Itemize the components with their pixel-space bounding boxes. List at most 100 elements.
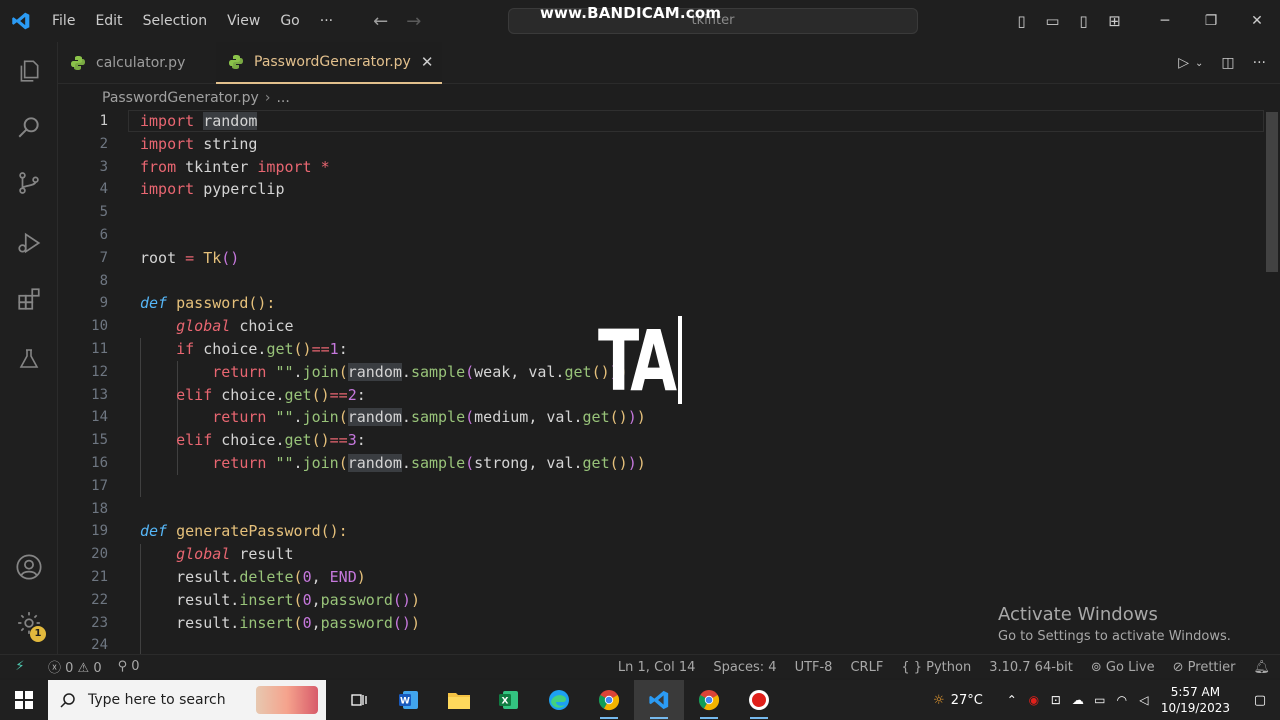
tab-password-generator[interactable]: PasswordGenerator.py ✕ bbox=[216, 42, 442, 84]
code-line: 18 bbox=[91, 500, 108, 517]
minimize-icon[interactable]: ─ bbox=[1142, 13, 1188, 29]
close-window-icon[interactable]: ✕ bbox=[1234, 13, 1280, 29]
code-line: 19 def generatePassword(): bbox=[91, 522, 348, 541]
back-arrow-icon[interactable]: ← bbox=[373, 11, 388, 32]
record-tray-icon[interactable]: ◉ bbox=[1023, 693, 1045, 707]
taskbar-search-input[interactable]: Type here to search bbox=[48, 680, 326, 720]
bandicam-record-icon[interactable] bbox=[734, 680, 784, 720]
menu-file[interactable]: File bbox=[42, 0, 85, 42]
svg-text:W: W bbox=[400, 697, 410, 707]
go-live-button[interactable]: ⊚ Go Live bbox=[1091, 660, 1155, 675]
menu-view[interactable]: View bbox=[217, 0, 270, 42]
breadcrumb-file[interactable]: PasswordGenerator.py bbox=[102, 90, 259, 106]
python-file-icon bbox=[229, 55, 243, 69]
wifi-icon[interactable]: ◠ bbox=[1111, 693, 1133, 707]
language-mode[interactable]: { } Python bbox=[901, 660, 971, 675]
code-line: 15 elif choice.get()==3: bbox=[91, 431, 366, 450]
tab-label: calculator.py bbox=[96, 55, 186, 71]
weather-icon: ☼ bbox=[933, 692, 945, 708]
more-actions-icon[interactable]: ··· bbox=[1253, 55, 1266, 71]
clock-date: 10/19/2023 bbox=[1160, 701, 1230, 715]
forward-arrow-icon[interactable]: → bbox=[406, 11, 421, 32]
clock[interactable]: 5:57 AM 10/19/2023 bbox=[1161, 684, 1230, 716]
source-control-icon[interactable] bbox=[12, 166, 46, 200]
word-icon[interactable]: W bbox=[384, 680, 434, 720]
breadcrumb-more[interactable]: ... bbox=[276, 90, 289, 106]
toggle-primary-sidebar-icon[interactable]: ▯ bbox=[1006, 12, 1037, 30]
menu-bar: File Edit Selection View Go ··· bbox=[42, 0, 343, 42]
extensions-icon[interactable] bbox=[12, 282, 46, 316]
code-line: 1 import random bbox=[58, 110, 1264, 133]
edge-icon[interactable] bbox=[534, 680, 584, 720]
encoding[interactable]: UTF-8 bbox=[795, 660, 833, 675]
indentation[interactable]: Spaces: 4 bbox=[713, 660, 776, 675]
menu-go[interactable]: Go bbox=[270, 0, 309, 42]
code-line: 5 bbox=[99, 204, 108, 221]
vscode-taskbar-icon[interactable] bbox=[634, 680, 684, 720]
code-line: 2 import string bbox=[99, 134, 258, 153]
code-line: 20 global result bbox=[91, 545, 294, 564]
task-view-icon[interactable] bbox=[334, 680, 384, 720]
toggle-secondary-sidebar-icon[interactable]: ▯ bbox=[1068, 12, 1099, 30]
file-explorer-icon[interactable] bbox=[434, 680, 484, 720]
testing-flask-icon[interactable] bbox=[12, 342, 46, 376]
overlay-caret bbox=[678, 316, 682, 404]
code-line: 17 bbox=[91, 477, 108, 494]
code-line: 21 result.delete(0, END) bbox=[91, 568, 366, 586]
end-of-line[interactable]: CRLF bbox=[850, 660, 883, 675]
menu-more[interactable]: ··· bbox=[310, 0, 343, 42]
restore-icon[interactable]: ❐ bbox=[1188, 13, 1234, 29]
chrome-icon[interactable] bbox=[584, 680, 634, 720]
problems-indicator[interactable]: ⓧ 0 ⚠ 0 bbox=[48, 657, 102, 676]
split-editor-icon[interactable]: ◫ bbox=[1221, 55, 1234, 71]
vscode-logo-icon[interactable] bbox=[0, 0, 42, 42]
notification-center-icon[interactable]: ▢ bbox=[1240, 693, 1280, 708]
notifications-bell-icon[interactable]: 🔔︎ bbox=[1253, 660, 1270, 675]
excel-icon[interactable]: X bbox=[484, 680, 534, 720]
close-tab-icon[interactable]: ✕ bbox=[421, 53, 434, 71]
toggle-panel-icon[interactable]: ▭ bbox=[1037, 12, 1068, 30]
tab-calculator[interactable]: calculator.py bbox=[58, 42, 212, 84]
run-debug-icon[interactable] bbox=[12, 226, 46, 260]
update-badge: 1 bbox=[30, 626, 46, 642]
editor-scrollbar-thumb[interactable] bbox=[1266, 112, 1278, 272]
menu-edit[interactable]: Edit bbox=[85, 0, 132, 42]
activate-windows-watermark: Activate Windows Go to Settings to activ… bbox=[998, 604, 1231, 644]
search-icon[interactable] bbox=[12, 110, 46, 144]
chrome-second-icon[interactable] bbox=[684, 680, 734, 720]
customize-layout-icon[interactable]: ⊞ bbox=[1099, 12, 1130, 30]
run-dropdown-chevron-icon[interactable]: ⌄ bbox=[1195, 58, 1203, 69]
python-interpreter[interactable]: 3.10.7 64-bit bbox=[989, 660, 1073, 675]
activate-subtitle: Go to Settings to activate Windows. bbox=[998, 629, 1231, 644]
battery-icon[interactable]: ▭ bbox=[1089, 693, 1111, 707]
onedrive-cloud-icon[interactable]: ☁ bbox=[1067, 693, 1089, 707]
show-hidden-icons-chevron-icon[interactable]: ⌃ bbox=[1001, 693, 1023, 707]
code-line: 8 bbox=[99, 272, 108, 289]
cursor-position[interactable]: Ln 1, Col 14 bbox=[618, 660, 695, 675]
accounts-icon[interactable] bbox=[12, 550, 46, 584]
volume-icon[interactable]: ◁ bbox=[1133, 693, 1155, 707]
activity-bar: 1 bbox=[0, 42, 58, 654]
code-line: 4 import pyperclip bbox=[99, 180, 285, 199]
title-bar: File Edit Selection View Go ··· ← → tkin… bbox=[0, 0, 1280, 42]
windows-taskbar: Type here to search W X ☼ 27°C ⌃ ◉ ⊡ ☁ ▭… bbox=[0, 680, 1280, 720]
run-python-file-icon[interactable]: ▷ bbox=[1178, 55, 1189, 71]
tab-bar: calculator.py PasswordGenerator.py ✕ ▷ ⌄… bbox=[58, 42, 1280, 84]
prettier-button[interactable]: ⊘ Prettier bbox=[1173, 660, 1236, 675]
search-highlight-image bbox=[256, 686, 318, 714]
chevron-right-icon: › bbox=[264, 90, 271, 106]
code-line: 16 return "".join(random.sample(strong, … bbox=[91, 454, 646, 472]
search-icon bbox=[60, 693, 75, 708]
breadcrumb: PasswordGenerator.py › ... bbox=[58, 86, 1280, 110]
weather-widget[interactable]: ☼ 27°C bbox=[933, 693, 983, 708]
temperature: 27°C bbox=[950, 692, 983, 708]
start-button[interactable] bbox=[0, 680, 48, 720]
code-line: 3 from tkinter import * bbox=[99, 157, 330, 176]
remote-icon[interactable]: ⚡ bbox=[0, 659, 40, 674]
menu-selection[interactable]: Selection bbox=[133, 0, 218, 42]
tray-app-icon[interactable]: ⊡ bbox=[1045, 693, 1067, 707]
explorer-icon[interactable] bbox=[12, 54, 46, 88]
activate-title: Activate Windows bbox=[998, 604, 1158, 625]
ports-indicator[interactable]: ⚲ 0 bbox=[118, 659, 140, 674]
system-tray: ☼ 27°C ⌃ ◉ ⊡ ☁ ▭ ◠ ◁ 5:57 AM 10/19/2023 … bbox=[933, 680, 1280, 720]
